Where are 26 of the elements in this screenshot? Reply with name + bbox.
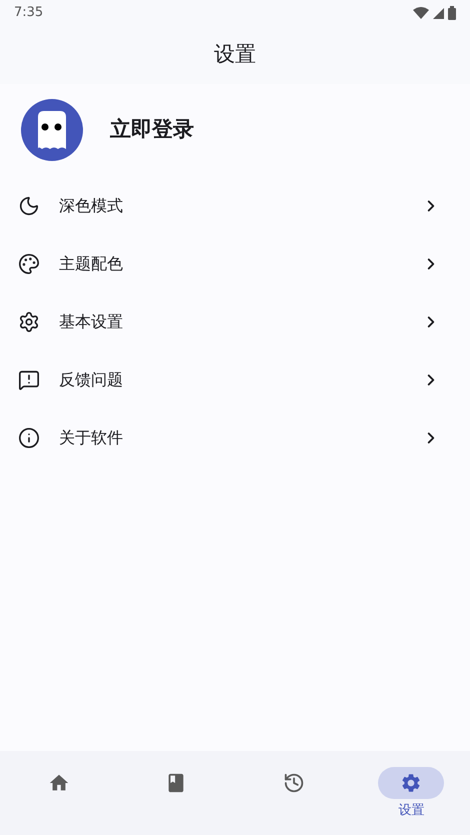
- login-link[interactable]: 立即登录: [110, 114, 194, 146]
- avatar-icon[interactable]: [21, 99, 83, 161]
- item-label: 反馈问题: [59, 369, 124, 391]
- tab-label: 设置: [398, 802, 424, 820]
- item-label: 关于软件: [59, 427, 124, 449]
- palette-icon: [18, 253, 40, 275]
- item-label: 基本设置: [59, 311, 124, 333]
- info-icon: [18, 427, 40, 449]
- item-label: 主题配色: [59, 253, 124, 275]
- settings-item[interactable]: 基本设置: [0, 293, 470, 351]
- settings-item[interactable]: 关于软件: [0, 409, 470, 467]
- feedback-icon: [18, 369, 40, 391]
- settings-item[interactable]: 深色模式: [0, 177, 470, 235]
- wifi-icon: [413, 7, 429, 19]
- status-time: 7:35: [14, 4, 44, 22]
- item-label: 深色模式: [59, 195, 124, 217]
- page-title: 设置: [214, 41, 256, 68]
- moon-icon: [18, 195, 40, 217]
- settings-item[interactable]: 反馈问题: [0, 351, 470, 409]
- settings-item[interactable]: 主题配色: [0, 235, 470, 293]
- settings-icon: [18, 311, 40, 333]
- battery-icon: [448, 6, 456, 20]
- signal-icon: [433, 8, 444, 18]
- history-icon: [282, 772, 305, 794]
- nav-tab[interactable]: 设置: [352, 767, 470, 820]
- settings-icon: [400, 772, 422, 794]
